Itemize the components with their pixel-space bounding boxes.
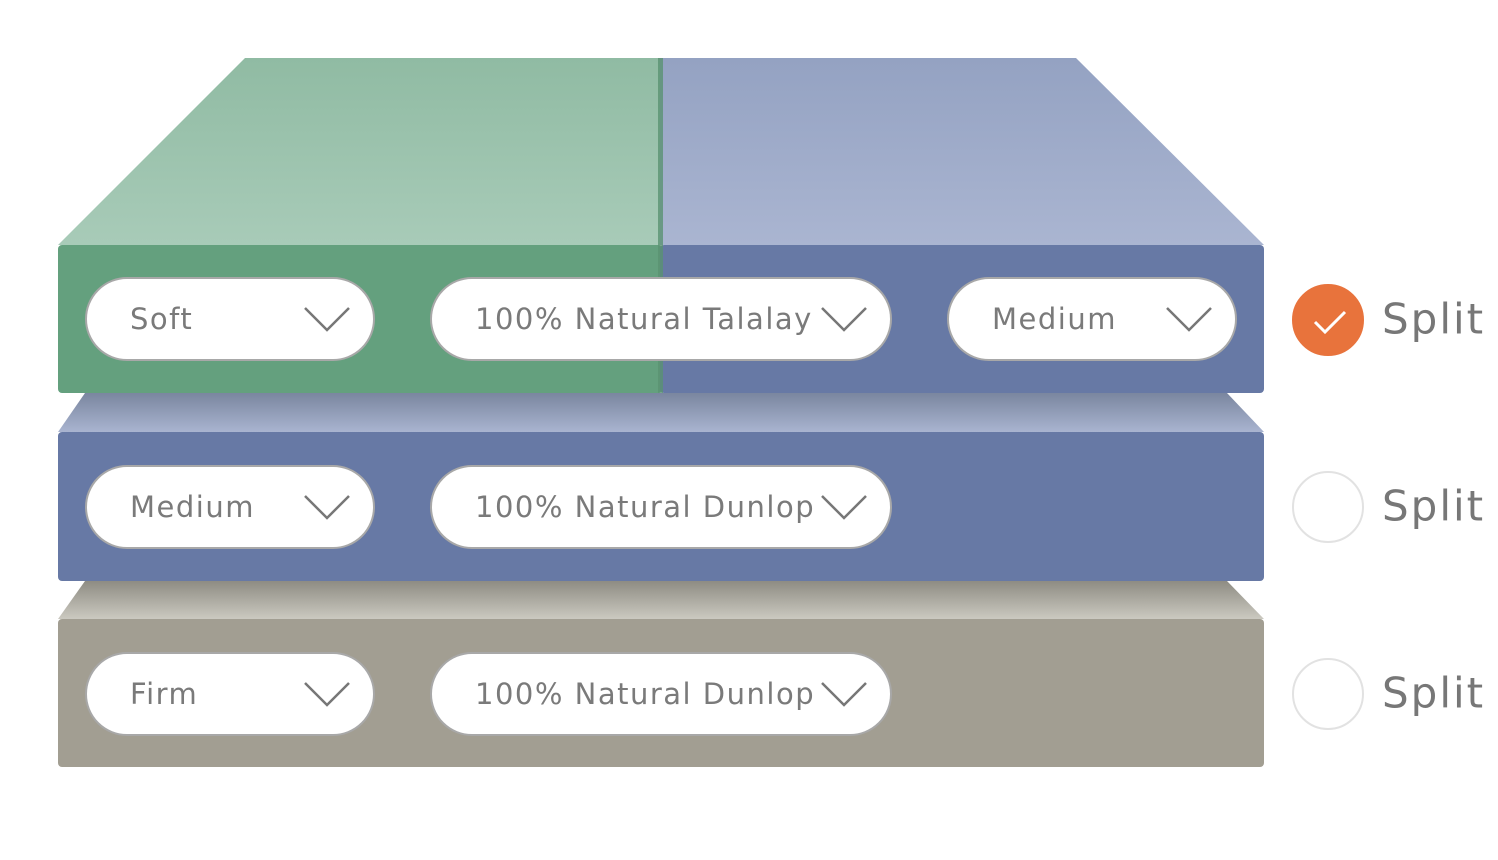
chevron-down-icon bbox=[1166, 307, 1212, 332]
layer3-bevel bbox=[58, 581, 1264, 619]
layer2-bevel bbox=[58, 393, 1264, 432]
select-value: Firm bbox=[130, 677, 199, 711]
split-label: Split bbox=[1382, 668, 1486, 718]
chevron-down-icon bbox=[304, 682, 350, 707]
layer1-split-checkbox[interactable]: Split bbox=[1290, 282, 1490, 358]
split-label: Split bbox=[1382, 481, 1486, 531]
layer2-material-select[interactable]: 100% Natural Dunlop bbox=[430, 465, 892, 549]
select-value: Soft bbox=[130, 302, 194, 336]
layer3-split-checkbox[interactable]: Split bbox=[1290, 656, 1490, 732]
chevron-down-icon bbox=[821, 307, 867, 332]
select-value: 100% Natural Talalay bbox=[475, 302, 813, 336]
layer3-comfort-select[interactable]: Firm bbox=[85, 652, 375, 736]
chevron-down-icon bbox=[304, 307, 350, 332]
layer1-top-left bbox=[58, 58, 660, 245]
select-value: Medium bbox=[130, 490, 255, 524]
layer3-material-select[interactable]: 100% Natural Dunlop bbox=[430, 652, 892, 736]
check-icon bbox=[1313, 310, 1347, 335]
select-value: Medium bbox=[992, 302, 1117, 336]
layer1-right-comfort-select[interactable]: Medium bbox=[947, 277, 1237, 361]
select-value: 100% Natural Dunlop bbox=[475, 677, 816, 711]
chevron-down-icon bbox=[304, 495, 350, 520]
layer2-split-checkbox[interactable]: Split bbox=[1290, 469, 1490, 545]
layer1-material-select[interactable]: 100% Natural Talalay bbox=[430, 277, 892, 361]
layer2-comfort-select[interactable]: Medium bbox=[85, 465, 375, 549]
layer1-top-right bbox=[660, 58, 1264, 245]
split-label: Split bbox=[1382, 294, 1486, 344]
checkbox-unchecked[interactable] bbox=[1292, 658, 1364, 730]
layer1-comfort-select[interactable]: Soft bbox=[85, 277, 375, 361]
chevron-down-icon bbox=[821, 495, 867, 520]
chevron-down-icon bbox=[821, 682, 867, 707]
select-value: 100% Natural Dunlop bbox=[475, 490, 816, 524]
checkbox-checked[interactable] bbox=[1292, 284, 1364, 356]
checkbox-unchecked[interactable] bbox=[1292, 471, 1364, 543]
